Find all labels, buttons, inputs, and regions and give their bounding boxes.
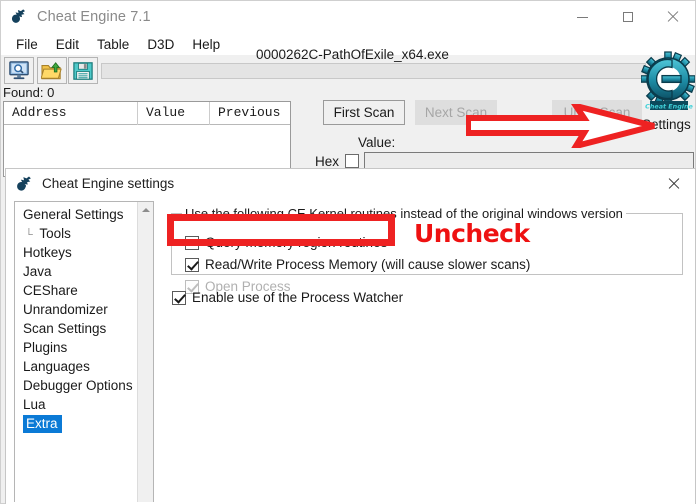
sidebar-item-general-settings[interactable]: General Settings <box>15 205 138 224</box>
sidebar-item-label: Plugins <box>23 340 68 355</box>
sidebar-item-plugins[interactable]: Plugins <box>15 338 138 357</box>
window-controls <box>560 1 695 33</box>
sidebar-item-extra[interactable]: Extra <box>15 414 138 433</box>
menu-help[interactable]: Help <box>183 35 229 54</box>
kernel-routines-groupbox: Use the following CE Kernel routines ins… <box>171 206 683 294</box>
undo-scan-button: Undo Scan <box>552 100 642 125</box>
cheat-engine-logo-icon <box>14 174 34 194</box>
menu-file[interactable]: File <box>7 35 47 54</box>
sidebar-item-label: Java <box>23 264 52 279</box>
hex-label: Hex <box>315 154 340 169</box>
maximize-icon <box>622 12 633 22</box>
read-write-process-memory-checkbox[interactable] <box>185 257 199 272</box>
sidebar-item-java[interactable]: Java <box>15 262 138 281</box>
query-memory-region-routines-label: Query memory region routines <box>205 235 388 250</box>
minimize-icon <box>577 16 588 18</box>
monitor-magnifier-icon <box>9 60 29 79</box>
sidebar-item-label: Languages <box>23 359 90 374</box>
main-window-title: Cheat Engine 7.1 <box>37 9 151 25</box>
screenshot-root: Cheat Engine 7.1 File Edit Table D3D Hel… <box>0 0 696 504</box>
settings-content-pane: Use the following CE Kernel routines ins… <box>166 201 688 502</box>
settings-dialog-close-button[interactable] <box>653 169 695 198</box>
main-titlebar: Cheat Engine 7.1 <box>1 1 695 33</box>
maximize-button[interactable] <box>605 1 650 33</box>
minimize-button[interactable] <box>560 1 605 33</box>
chevron-up-icon[interactable] <box>138 202 154 218</box>
column-header-value: Value <box>138 102 210 125</box>
sidebar-item-label: Scan Settings <box>23 321 107 336</box>
close-button[interactable] <box>650 1 695 33</box>
logo-caption: Cheat Engine <box>645 102 693 110</box>
sidebar-item-languages[interactable]: Languages <box>15 357 138 376</box>
settings-dialog-title: Cheat Engine settings <box>42 176 175 191</box>
floppy-disk-icon <box>73 61 93 80</box>
next-scan-button: Next Scan <box>415 100 497 125</box>
first-scan-button[interactable]: First Scan <box>323 100 405 125</box>
hex-checkbox[interactable] <box>345 154 359 168</box>
sidebar-item-label: Hotkeys <box>23 245 72 260</box>
sidebar-item-label: CEShare <box>23 283 78 298</box>
sidebar-item-label: Extra <box>23 415 62 433</box>
process-field[interactable] <box>101 63 646 79</box>
process-watcher-label: Enable use of the Process Watcher <box>192 290 404 305</box>
read-write-process-memory-label: Read/Write Process Memory (will cause sl… <box>205 257 531 272</box>
scan-results-header: Address Value Previous <box>4 102 290 125</box>
cheat-engine-logo-icon <box>8 6 30 28</box>
process-watcher-checkbox[interactable] <box>172 290 186 305</box>
sidebar-item-label: General Settings <box>23 207 124 222</box>
open-process-button[interactable] <box>4 57 34 84</box>
column-header-address: Address <box>4 102 138 125</box>
attached-process-name: 0000262C-PathOfExile_x64.exe <box>256 47 449 62</box>
menu-edit[interactable]: Edit <box>47 35 88 54</box>
cheat-engine-logo-icon[interactable]: Cheat Engine <box>640 51 696 119</box>
save-table-button[interactable] <box>68 57 98 84</box>
sidebar-item-label: Lua <box>23 397 46 412</box>
sidebar-item-label: Tools <box>39 226 71 241</box>
read-write-process-memory-row[interactable]: Read/Write Process Memory (will cause sl… <box>185 257 530 272</box>
sidebar-item-ceshare[interactable]: CEShare <box>15 281 138 300</box>
settings-dialog-body: General Settings └ Tools Hotkeys Java CE… <box>6 198 695 504</box>
sidebar-item-hotkeys[interactable]: Hotkeys <box>15 243 138 262</box>
scan-results-table[interactable]: Address Value Previous <box>3 101 291 177</box>
process-watcher-row[interactable]: Enable use of the Process Watcher <box>172 290 403 305</box>
sidebar-item-label: Unrandomizer <box>23 302 108 317</box>
value-label: Value: <box>358 135 396 150</box>
menu-d3d[interactable]: D3D <box>138 35 183 54</box>
query-memory-region-routines-row[interactable]: Query memory region routines <box>185 235 387 250</box>
close-icon <box>667 11 679 23</box>
settings-tree-scrollbar[interactable] <box>137 202 153 502</box>
sidebar-item-unrandomizer[interactable]: Unrandomizer <box>15 300 138 319</box>
load-table-button[interactable] <box>37 57 67 84</box>
menu-table[interactable]: Table <box>88 35 138 54</box>
folder-open-icon <box>41 61 62 79</box>
found-count-label: Found: 0 <box>3 85 55 100</box>
close-icon <box>668 178 680 190</box>
query-memory-region-routines-checkbox[interactable] <box>185 235 199 250</box>
kernel-routines-group-title: Use the following CE Kernel routines ins… <box>182 206 626 221</box>
cheat-engine-settings-dialog: Cheat Engine settings General Settings └… <box>5 168 696 504</box>
sidebar-item-tools[interactable]: └ Tools <box>15 224 138 243</box>
settings-tree-list: General Settings └ Tools Hotkeys Java CE… <box>15 202 138 502</box>
column-header-previous: Previous <box>218 105 281 120</box>
sidebar-item-debugger-options[interactable]: Debugger Options <box>15 376 138 395</box>
settings-dialog-titlebar: Cheat Engine settings <box>6 169 695 198</box>
settings-category-tree: General Settings └ Tools Hotkeys Java CE… <box>14 201 154 502</box>
settings-link-label[interactable]: Settings <box>642 117 691 132</box>
sidebar-item-scan-settings[interactable]: Scan Settings <box>15 319 138 338</box>
sidebar-item-lua[interactable]: Lua <box>15 395 138 414</box>
sidebar-item-label: Debugger Options <box>23 378 133 393</box>
